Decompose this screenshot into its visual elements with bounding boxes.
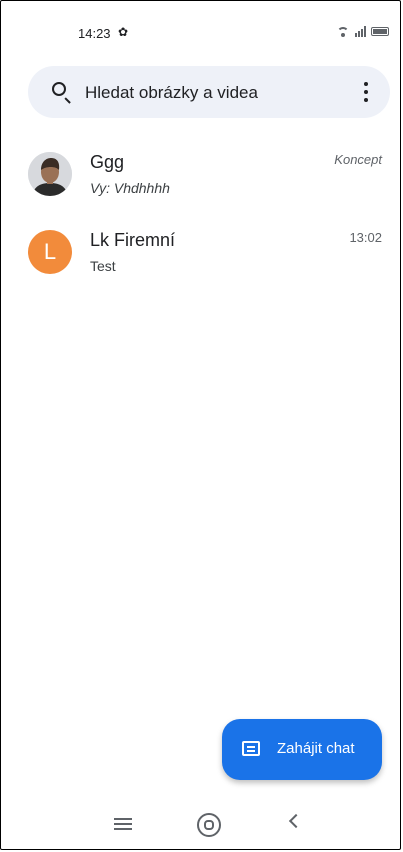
conversation-name: Ggg [90,152,125,172]
status-icons [336,26,389,37]
settings-icon: ✿ [118,25,129,39]
conversation-lk-firemni[interactable]: L Lk Firemní Test 13:02 [0,218,403,296]
signal-icon [355,26,366,37]
search-placeholder[interactable]: Hledat obrázky a videa [85,83,258,103]
conversation-snippet: Vy: Vhdhhhh [90,180,170,196]
start-chat-label: Zahájit chat [277,740,355,757]
home-icon[interactable] [197,813,221,837]
avatar: L [28,230,72,274]
avatar [28,152,72,196]
search-bar[interactable]: Hledat obrázky a videa [28,66,390,118]
more-icon[interactable] [364,82,368,102]
chat-icon [242,741,260,756]
wifi-icon [336,26,350,37]
system-navigation-bar [0,808,403,844]
start-chat-button[interactable]: Zahájit chat [222,719,382,780]
conversation-list: Ggg Vy: Vhdhhhh Koncept L Lk Firemní Tes… [0,140,403,296]
status-time: 14:23 [78,26,111,41]
search-icon[interactable] [52,82,66,96]
menu-icon[interactable] [114,818,132,830]
conversation-time: 13:02 [349,230,382,245]
conversation-name: Lk Firemní [90,230,176,250]
battery-icon [371,27,389,36]
back-icon[interactable] [288,813,304,829]
conversation-snippet: Test [90,258,116,274]
conversation-ggg[interactable]: Ggg Vy: Vhdhhhh Koncept [0,140,403,218]
status-bar: 14:23 ✿ [78,22,389,42]
person-photo-icon [28,152,72,196]
draft-label: Koncept [334,152,382,167]
